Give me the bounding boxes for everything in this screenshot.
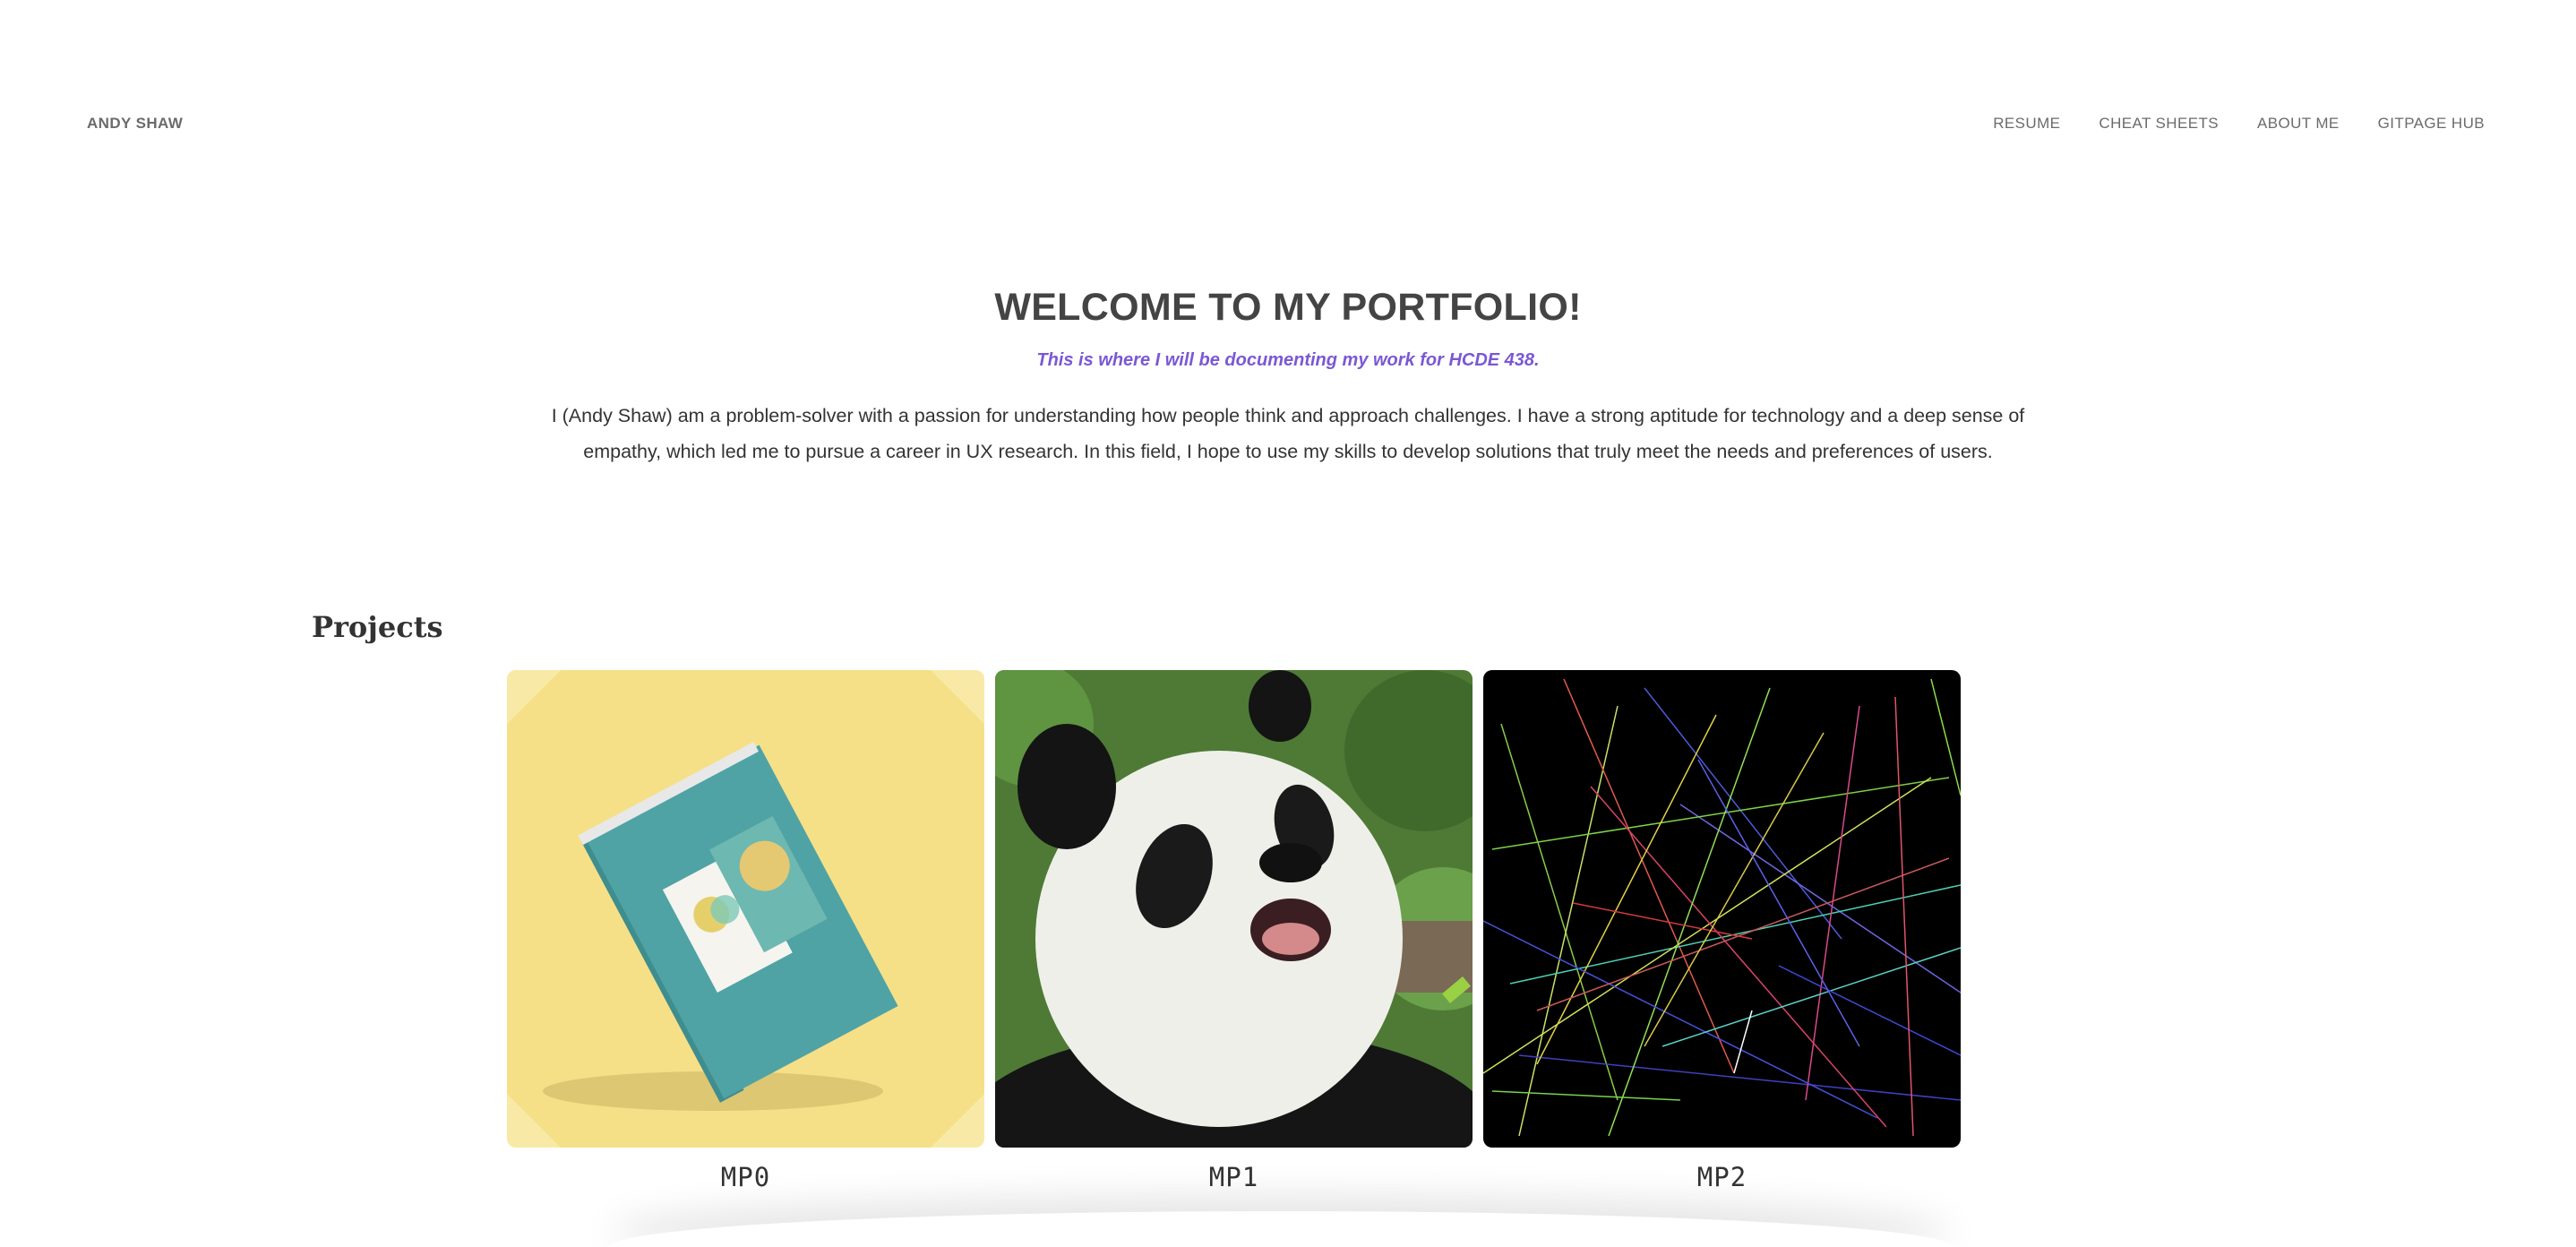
scroll-shadow [609, 1211, 1953, 1247]
hero-subtitle: This is where I will be documenting my w… [1036, 350, 1540, 370]
book-mockup-image[interactable] [507, 670, 984, 1148]
project-label-mp1[interactable]: MP1 [1209, 1162, 1258, 1192]
random-lines-art-image[interactable] [1483, 670, 1961, 1148]
page-title: WELCOME TO MY PORTFOLIO! [994, 286, 1582, 329]
nav-cheat-sheets[interactable]: CHEAT SHEETS [2099, 115, 2219, 133]
nav-gitpage-hub[interactable]: GITPAGE HUB [2378, 115, 2485, 133]
project-card-mp0[interactable]: MP0 [507, 670, 984, 1192]
nav-resume[interactable]: RESUME [1993, 115, 2060, 133]
project-grid: MP0 MP1 MP2 [507, 670, 1961, 1192]
hero-section: WELCOME TO MY PORTFOLIO! This is where I… [0, 280, 2576, 469]
brand-link[interactable]: ANDY SHAW [87, 115, 183, 133]
projects-heading: Projects [312, 610, 443, 644]
main-nav: RESUME CHEAT SHEETS ABOUT ME GITPAGE HUB [1993, 115, 2485, 133]
intro-paragraph: I (Andy Shaw) am a problem-solver with a… [551, 405, 2025, 462]
project-card-mp2[interactable]: MP2 [1483, 670, 1961, 1192]
project-card-mp1[interactable]: MP1 [995, 670, 1473, 1192]
project-label-mp0[interactable]: MP0 [721, 1162, 770, 1192]
project-label-mp2[interactable]: MP2 [1697, 1162, 1747, 1192]
nav-about-me[interactable]: ABOUT ME [2257, 115, 2340, 133]
site-header: ANDY SHAW RESUME CHEAT SHEETS ABOUT ME G… [0, 0, 2576, 247]
panda-photo-image[interactable] [995, 670, 1473, 1148]
